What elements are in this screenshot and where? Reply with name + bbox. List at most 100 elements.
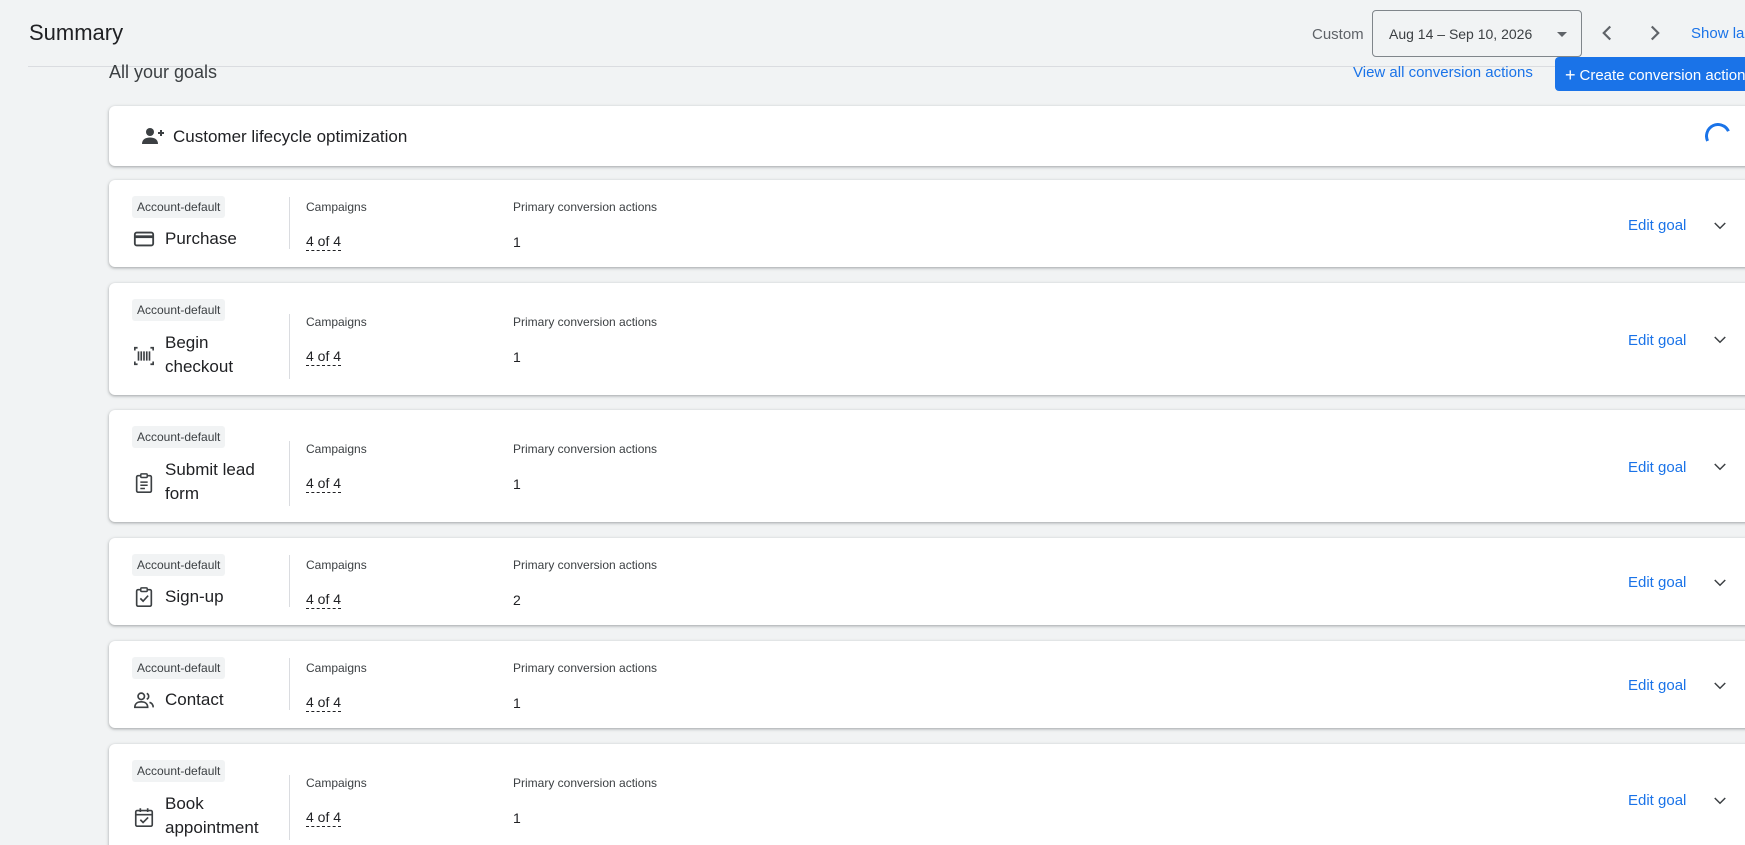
primary-actions-value: 2: [513, 592, 521, 608]
primary-actions-value: 1: [513, 476, 521, 492]
create-conversion-action-label: Create conversion action: [1579, 67, 1745, 84]
account-default-badge: Account-default: [132, 426, 226, 448]
chevron-down-icon: [1714, 463, 1726, 471]
campaigns-value[interactable]: 4 of 4: [306, 694, 342, 712]
barcode-icon: [133, 345, 155, 367]
expand-goal-button[interactable]: [1711, 792, 1729, 810]
lifecycle-title: Customer lifecycle optimization: [173, 127, 408, 146]
date-range-value: Aug 14 – Sep 10, 2026: [1389, 26, 1533, 42]
account-default-badge: Account-default: [132, 760, 226, 782]
goal-divider: [289, 314, 290, 379]
loading-spinner: [1701, 119, 1735, 153]
primary-actions-label: Primary conversion actions: [513, 200, 658, 214]
chevron-down-icon: [1714, 336, 1726, 344]
view-all-conversion-actions-link[interactable]: View all conversion actions: [1353, 64, 1533, 81]
primary-actions-label: Primary conversion actions: [513, 442, 658, 456]
account-default-badge: Account-default: [132, 657, 226, 679]
chevron-down-icon: [1714, 682, 1726, 690]
goal-name-line: Book: [165, 794, 204, 813]
chevron-right-icon: [1650, 25, 1660, 41]
people-icon: [133, 689, 155, 711]
top-bar: Summary Custom Aug 14 – Sep 10, 2026 Sho…: [0, 0, 1745, 66]
goal-name: Begin checkout: [165, 331, 233, 379]
chevron-down-icon: [1714, 579, 1726, 587]
create-conversion-action-button[interactable]: + Create conversion action: [1555, 57, 1745, 91]
edit-goal-link[interactable]: Edit goal: [1628, 332, 1686, 349]
goal-name-line: Purchase: [165, 229, 237, 248]
primary-actions-value: 1: [513, 234, 521, 250]
goal-card-purchase[interactable]: Account-default Purchase Campaigns 4 of …: [109, 180, 1745, 267]
account-default-badge: Account-default: [132, 196, 226, 218]
campaigns-label: Campaigns: [306, 776, 367, 790]
campaigns-label: Campaigns: [306, 558, 367, 572]
expand-goal-button[interactable]: [1711, 458, 1729, 476]
conversions-summary-page: Summary Custom Aug 14 – Sep 10, 2026 Sho…: [0, 0, 1745, 845]
date-range-label: Custom: [1312, 26, 1364, 43]
edit-goal-link[interactable]: Edit goal: [1628, 459, 1686, 476]
chevron-left-icon: [1602, 25, 1612, 41]
chevron-down-icon: [1714, 797, 1726, 805]
goal-name-line: checkout: [165, 357, 234, 376]
goal-name-line: appointment: [165, 818, 259, 837]
credit-card-icon: [133, 228, 155, 250]
goal-card-book-appointment[interactable]: Account-default Book appointment Campaig…: [109, 744, 1745, 845]
primary-actions-label: Primary conversion actions: [513, 776, 658, 790]
person-add-icon: [141, 126, 165, 146]
expand-goal-button[interactable]: [1711, 331, 1729, 349]
expand-goal-button[interactable]: [1711, 677, 1729, 695]
caret-down-icon: [1557, 32, 1567, 37]
checked-box-icon: [133, 586, 155, 608]
page-title: Summary: [29, 20, 124, 45]
goal-name: Contact: [165, 688, 224, 712]
goal-name-line: form: [165, 484, 199, 503]
account-default-badge: Account-default: [132, 299, 226, 321]
previous-period-button[interactable]: [1594, 20, 1620, 46]
goal-divider: [289, 775, 290, 840]
goal-card-sign-up[interactable]: Account-default Sign-up Campaigns 4 of 4…: [109, 538, 1745, 625]
edit-goal-link[interactable]: Edit goal: [1628, 217, 1686, 234]
campaigns-value[interactable]: 4 of 4: [306, 233, 342, 251]
primary-actions-value: 1: [513, 695, 521, 711]
campaigns-value[interactable]: 4 of 4: [306, 475, 342, 493]
plus-icon: +: [1565, 65, 1576, 85]
primary-actions-label: Primary conversion actions: [513, 558, 658, 572]
chevron-down-icon: [1714, 222, 1726, 230]
goal-name: Sign-up: [165, 585, 224, 609]
goal-divider: [289, 441, 290, 506]
goal-name-line: Submit lead: [165, 460, 255, 479]
goal-divider: [289, 197, 290, 249]
primary-actions-value: 1: [513, 349, 521, 365]
edit-goal-link[interactable]: Edit goal: [1628, 574, 1686, 591]
calendar-check-icon: [133, 806, 155, 828]
goal-name: Purchase: [165, 227, 237, 251]
primary-actions-label: Primary conversion actions: [513, 661, 658, 675]
goal-name: Book appointment: [165, 792, 259, 840]
goal-divider: [289, 555, 290, 607]
campaigns-label: Campaigns: [306, 661, 367, 675]
section-title: All your goals: [109, 62, 218, 82]
edit-goal-link[interactable]: Edit goal: [1628, 792, 1686, 809]
date-range-picker[interactable]: Aug 14 – Sep 10, 2026: [1372, 10, 1582, 57]
customer-lifecycle-card[interactable]: Customer lifecycle optimization: [109, 106, 1745, 166]
next-period-button[interactable]: [1642, 20, 1668, 46]
goal-card-contact[interactable]: Account-default Contact Campaigns 4 of 4…: [109, 641, 1745, 728]
primary-actions-value: 1: [513, 810, 521, 826]
campaigns-value[interactable]: 4 of 4: [306, 809, 342, 827]
goal-card-begin-checkout[interactable]: Account-default Begin checkout Campaigns…: [109, 283, 1745, 395]
campaigns-value[interactable]: 4 of 4: [306, 348, 342, 366]
expand-goal-button[interactable]: [1711, 217, 1729, 235]
goal-name-line: Sign-up: [165, 587, 224, 606]
expand-goal-button[interactable]: [1711, 574, 1729, 592]
primary-actions-label: Primary conversion actions: [513, 315, 658, 329]
show-last-link[interactable]: Show last: [1691, 25, 1745, 42]
goal-name-line: Begin: [165, 333, 209, 352]
campaigns-value[interactable]: 4 of 4: [306, 591, 342, 609]
campaigns-label: Campaigns: [306, 315, 367, 329]
campaigns-label: Campaigns: [306, 200, 367, 214]
goal-divider: [289, 658, 290, 710]
goal-name-line: Contact: [165, 690, 224, 709]
goal-card-submit-lead-form[interactable]: Account-default Submit lead form Campaig…: [109, 410, 1745, 522]
account-default-badge: Account-default: [132, 554, 226, 576]
edit-goal-link[interactable]: Edit goal: [1628, 677, 1686, 694]
clipboard-icon: [133, 472, 155, 494]
